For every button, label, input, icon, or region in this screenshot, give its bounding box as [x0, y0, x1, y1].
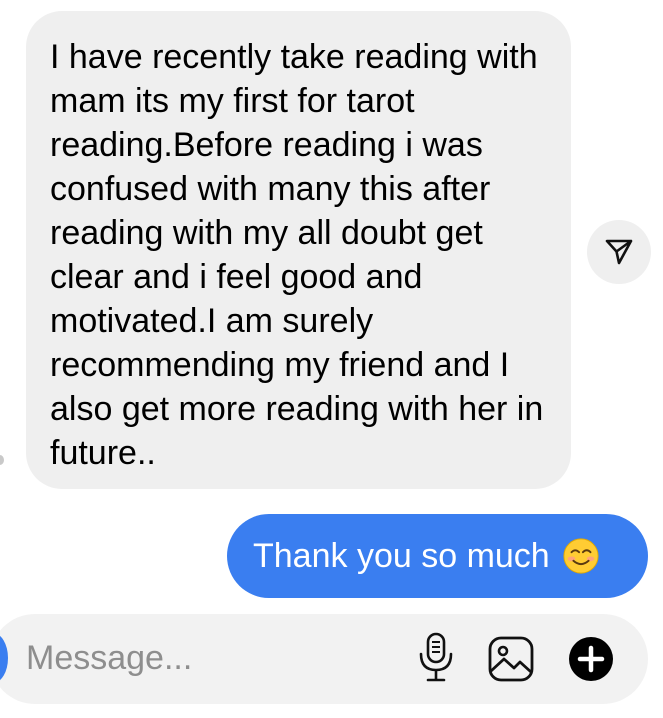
- chat-screen: I have recently take reading with mam it…: [0, 0, 663, 718]
- gallery-button[interactable]: [486, 634, 536, 684]
- voice-message-button[interactable]: [412, 632, 460, 684]
- outgoing-message-text: Thank you so much: [253, 536, 550, 575]
- share-message-button[interactable]: [587, 220, 651, 284]
- message-input[interactable]: [26, 630, 386, 686]
- incoming-message-text: I have recently take reading with mam it…: [50, 38, 544, 472]
- outgoing-message-bubble[interactable]: Thank you so much: [227, 514, 648, 598]
- incoming-message-bubble[interactable]: I have recently take reading with mam it…: [26, 11, 571, 489]
- add-attachment-button[interactable]: [566, 634, 616, 684]
- microphone-icon: [419, 632, 453, 682]
- smiling-face-emoji-icon: [563, 538, 599, 574]
- edge-indicator: [0, 455, 4, 465]
- image-gallery-icon: [488, 636, 534, 682]
- plus-circle-icon: [569, 637, 613, 681]
- paper-plane-icon: [605, 239, 633, 265]
